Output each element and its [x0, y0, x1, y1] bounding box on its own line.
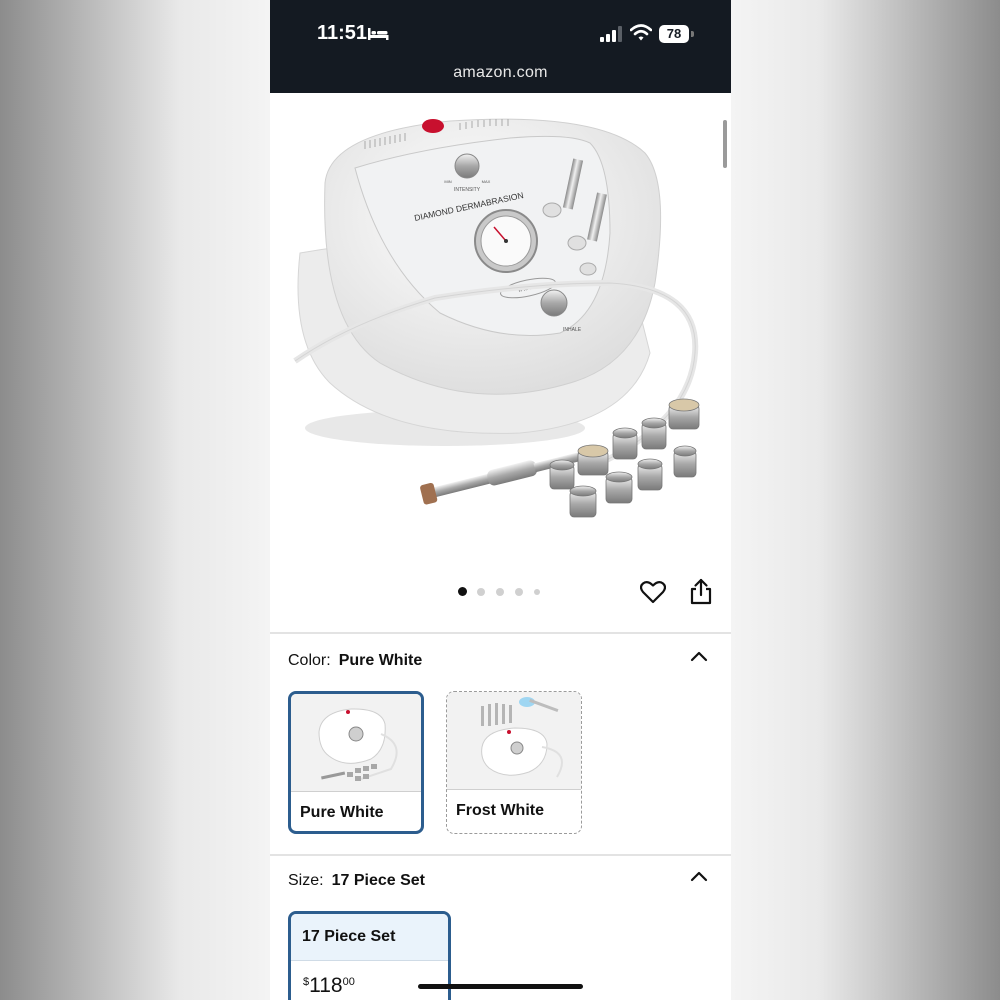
share-icon[interactable]: [689, 578, 713, 611]
phone-screen: 11:51 78 amazon.com INTENSITY MIN MAX DI…: [270, 0, 731, 1000]
product-image[interactable]: INTENSITY MIN MAX DIAMOND DERMABRASION V…: [270, 93, 731, 573]
section-divider: [270, 854, 731, 856]
price-symbol: $: [303, 976, 310, 988]
battery-icon: 78: [659, 25, 689, 43]
color-option-header: Color: Pure White: [288, 652, 422, 670]
carousel-dot[interactable]: [458, 587, 467, 596]
wifi-icon: [629, 24, 653, 47]
size-card-price: $11800: [303, 974, 355, 998]
section-divider: [270, 632, 731, 634]
home-indicator[interactable]: [418, 984, 583, 989]
carousel-dot[interactable]: [496, 588, 504, 596]
size-selected-value: 17 Piece Set: [331, 872, 425, 889]
swatch-label: Pure White: [300, 804, 384, 821]
size-label: Size:: [288, 872, 324, 889]
knob-max-label: MAX: [482, 179, 491, 184]
price-whole: 118: [309, 974, 343, 997]
size-option-header: Size: 17 Piece Set: [288, 872, 425, 890]
swatch-frost-white[interactable]: Frost White: [446, 691, 582, 834]
carousel-dot[interactable]: [534, 589, 540, 595]
signal-icon: [599, 26, 623, 47]
bed-icon: [367, 26, 389, 47]
chevron-up-icon[interactable]: [689, 648, 709, 669]
color-label: Color:: [288, 652, 331, 669]
heart-icon[interactable]: [639, 580, 667, 609]
status-bar: 11:51 78 amazon.com: [270, 0, 731, 93]
color-selected-value: Pure White: [338, 652, 423, 669]
carousel-dot[interactable]: [515, 588, 523, 596]
address-bar-url[interactable]: amazon.com: [270, 64, 731, 82]
page-scrollbar[interactable]: [723, 120, 727, 168]
swatch-thumbnail: [447, 692, 581, 789]
swatch-label: Frost White: [456, 802, 544, 819]
inhale-label: INHALE: [563, 327, 582, 333]
knob-min-label: MIN: [444, 179, 451, 184]
size-card-title: 17 Piece Set: [302, 928, 396, 945]
knob-label: INTENSITY: [454, 187, 481, 193]
swatch-thumbnail: [291, 694, 421, 791]
swatch-pure-white[interactable]: Pure White: [288, 691, 424, 834]
chevron-up-icon[interactable]: [689, 868, 709, 889]
status-time: 11:51: [317, 22, 368, 44]
battery-cap: [691, 31, 694, 37]
price-fraction: 00: [342, 976, 355, 988]
size-card-header: 17 Piece Set: [291, 914, 448, 961]
carousel-dot[interactable]: [477, 588, 485, 596]
